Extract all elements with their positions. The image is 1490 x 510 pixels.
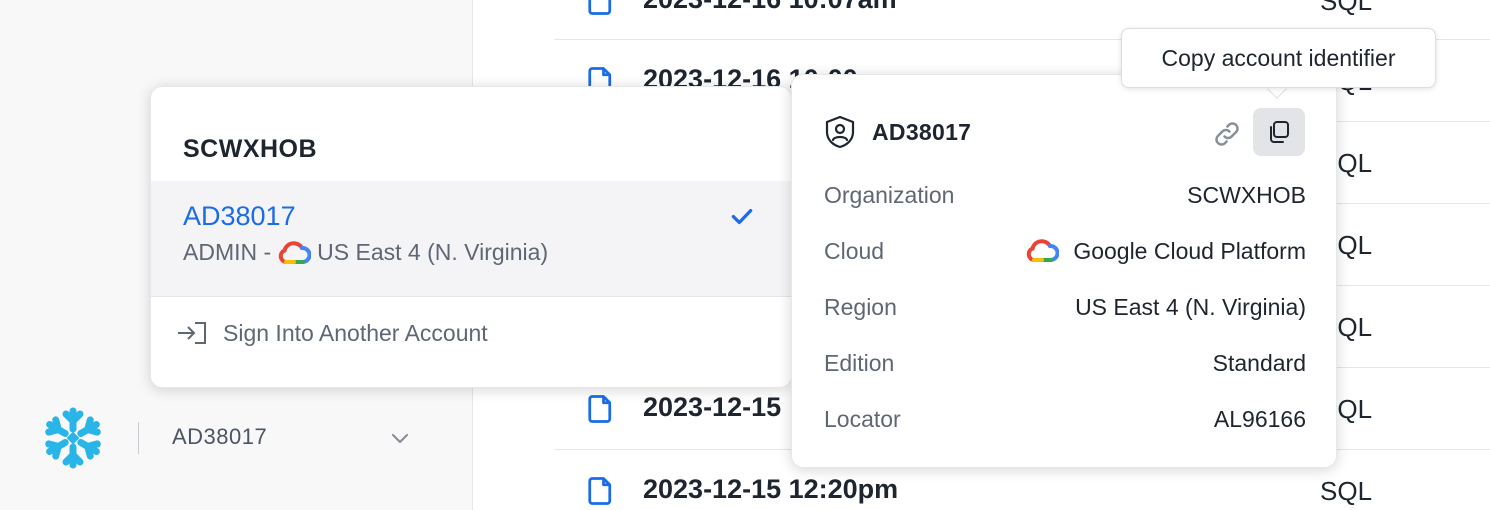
worksheet-title: 2023-12-15 <box>643 392 782 422</box>
organization-heading: SCWXHOB <box>183 135 318 163</box>
current-account-name: AD38017 <box>172 424 268 449</box>
account-switcher-menu: SCWXHOB AD38017 ADMIN - US East 4 (N. Vi… <box>150 86 792 388</box>
copy-account-identifier-button[interactable] <box>1253 108 1305 156</box>
detail-value-cloud: Google Cloud Platform <box>1025 238 1306 265</box>
detail-value: AL96166 <box>1213 405 1306 432</box>
detail-value: US East 4 (N. Virginia) <box>1075 293 1306 320</box>
detail-row-cloud: Cloud Google Cloud Platform <box>824 231 1306 271</box>
detail-label: Region <box>824 293 897 320</box>
detail-row-organization: Organization SCWXHOB <box>824 175 1306 215</box>
account-option-details: ADMIN - US East 4 (N. Virginia) <box>183 239 548 266</box>
worksheet-type: SQL <box>1320 476 1373 506</box>
link-icon[interactable] <box>1212 119 1242 149</box>
cloud-name: Google Cloud Platform <box>1073 237 1306 264</box>
sign-in-icon <box>178 322 206 344</box>
checkmark-icon <box>731 208 753 225</box>
account-option-name: AD38017 <box>183 201 296 231</box>
sign-in-label: Sign Into Another Account <box>223 319 488 346</box>
shield-user-icon <box>825 115 855 149</box>
detail-value: SCWXHOB <box>1187 181 1306 208</box>
account-region: US East 4 (N. Virginia) <box>317 239 549 265</box>
google-cloud-icon <box>1027 239 1060 262</box>
account-selector[interactable]: AD38017 <box>0 400 473 472</box>
detail-label: Organization <box>824 181 955 208</box>
snowflake-logo <box>40 407 106 471</box>
file-icon <box>588 0 612 15</box>
detail-label: Edition <box>824 349 895 376</box>
account-role: ADMIN - <box>183 239 272 265</box>
detail-label: Locator <box>824 405 901 432</box>
detail-row-edition: Edition Standard <box>824 343 1306 383</box>
worksheet-title: 2023-12-15 12:20pm <box>643 474 899 504</box>
detail-label: Cloud <box>824 237 885 264</box>
copy-tooltip: Copy account identifier <box>1121 28 1436 88</box>
detail-value: Standard <box>1212 349 1306 376</box>
worksheet-title: 2023-12-16 10:07am <box>643 0 897 15</box>
detail-row-region: Region US East 4 (N. Virginia) <box>824 287 1306 327</box>
account-details-title: AD38017 <box>872 118 972 145</box>
copy-icon <box>1270 121 1289 143</box>
chevron-down-icon[interactable] <box>388 426 412 450</box>
file-icon <box>588 477 612 505</box>
file-icon <box>588 395 612 423</box>
sign-into-another-account-button[interactable]: Sign Into Another Account <box>175 319 488 347</box>
account-option[interactable]: AD38017 ADMIN - US East 4 (N. Virginia) <box>151 181 791 297</box>
worksheet-type: SQL <box>1320 0 1373 16</box>
account-details-header: AD38017 <box>824 115 971 149</box>
divider <box>138 422 139 454</box>
account-details-card: AD38017 Organization SCWXHOB Cloud Googl… <box>791 74 1337 468</box>
detail-row-locator: Locator AL96166 <box>824 399 1306 439</box>
google-cloud-icon <box>279 240 312 264</box>
divider <box>151 296 791 297</box>
